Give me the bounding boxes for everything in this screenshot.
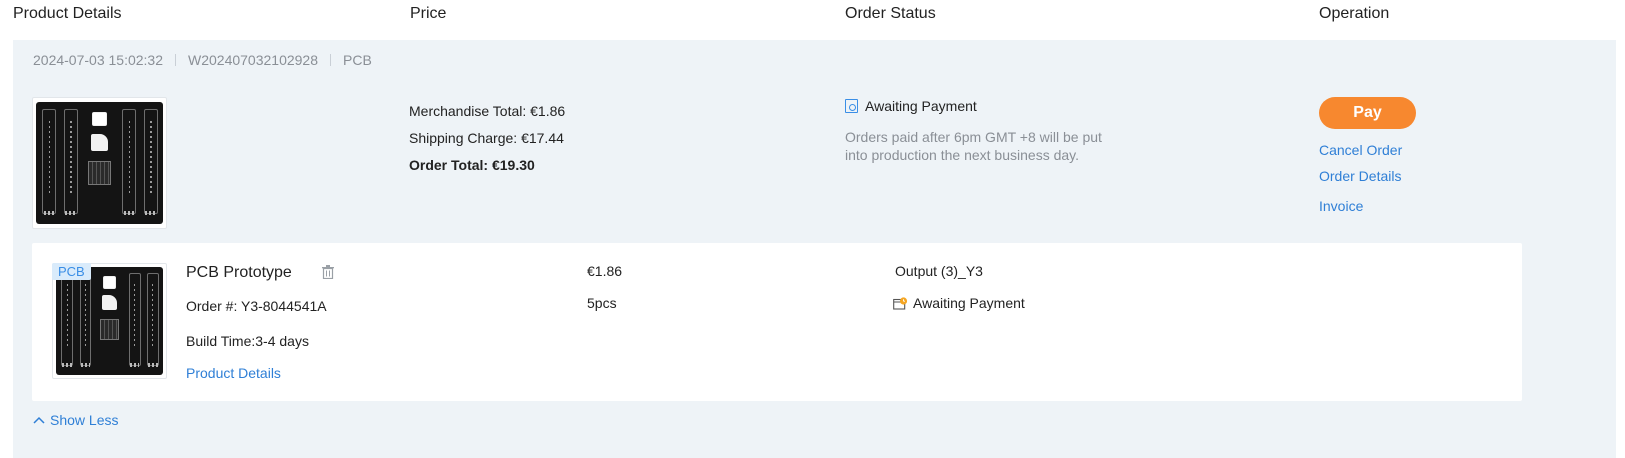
invoice-link[interactable]: Invoice	[1319, 198, 1439, 214]
pay-button[interactable]: Pay	[1319, 97, 1416, 129]
order-details-link[interactable]: Order Details	[1319, 168, 1439, 184]
trash-icon[interactable]	[322, 265, 334, 279]
item-order-number: Order #: Y3-8044541A	[186, 298, 327, 314]
order-date: 2024-07-03 15:02:32	[33, 52, 163, 68]
item-output: Output (3)_Y3	[895, 263, 983, 279]
chevron-up-icon	[33, 416, 45, 424]
operations: Pay Cancel Order Order Details Invoice	[1319, 97, 1439, 214]
shipping-charge: Shipping Charge: €17.44	[409, 130, 564, 146]
order-meta: 2024-07-03 15:02:32 W202407032102928 PCB	[33, 52, 372, 68]
divider	[175, 54, 176, 66]
show-less-label: Show Less	[50, 412, 119, 428]
item-status-text: Awaiting Payment	[913, 295, 1025, 311]
item-build-time: Build Time:3-4 days	[186, 333, 309, 349]
merchandise-total: Merchandise Total: €1.86	[409, 103, 566, 119]
show-less-toggle[interactable]: Show Less	[33, 412, 118, 428]
header-price: Price	[410, 5, 447, 22]
pcb-board-graphic	[56, 267, 163, 375]
column-headers: Product Details Price Order Status Opera…	[0, 0, 1625, 30]
price-summary: Merchandise Total: €1.86 Shipping Charge…	[409, 98, 565, 179]
header-product-details: Product Details	[13, 5, 122, 22]
header-operation: Operation	[1319, 5, 1390, 22]
product-details-link[interactable]: Product Details	[186, 365, 281, 381]
order-total: Order Total: €19.30	[409, 157, 535, 173]
divider	[330, 54, 332, 66]
order-status: Awaiting Payment Orders paid after 6pm G…	[845, 98, 1115, 164]
order-type: PCB	[343, 52, 372, 68]
header-order-status: Order Status	[845, 5, 936, 22]
awaiting-payment-icon	[845, 99, 858, 113]
item-price: €1.86	[587, 263, 623, 279]
status-note: Orders paid after 6pm GMT +8 will be put…	[845, 129, 1102, 163]
order-number: W202407032102928	[188, 52, 319, 68]
item-status: Awaiting Payment	[893, 295, 1025, 311]
cancel-order-link[interactable]: Cancel Order	[1319, 142, 1439, 158]
item-product-image[interactable]	[52, 263, 167, 379]
order-card: 2024-07-03 15:02:32 W202407032102928 PCB…	[13, 40, 1616, 458]
item-title: PCB Prototype	[186, 264, 292, 281]
item-quantity: 5pcs	[587, 295, 617, 311]
pcb-tag: PCB	[52, 263, 91, 280]
wallet-clock-icon	[893, 296, 908, 310]
order-status-text: Awaiting Payment	[865, 98, 977, 114]
order-product-image[interactable]	[32, 97, 167, 229]
order-item: PCB PCB Prototype Order #: Y3-8044541A B…	[32, 243, 1522, 401]
pcb-board-graphic	[36, 102, 163, 224]
